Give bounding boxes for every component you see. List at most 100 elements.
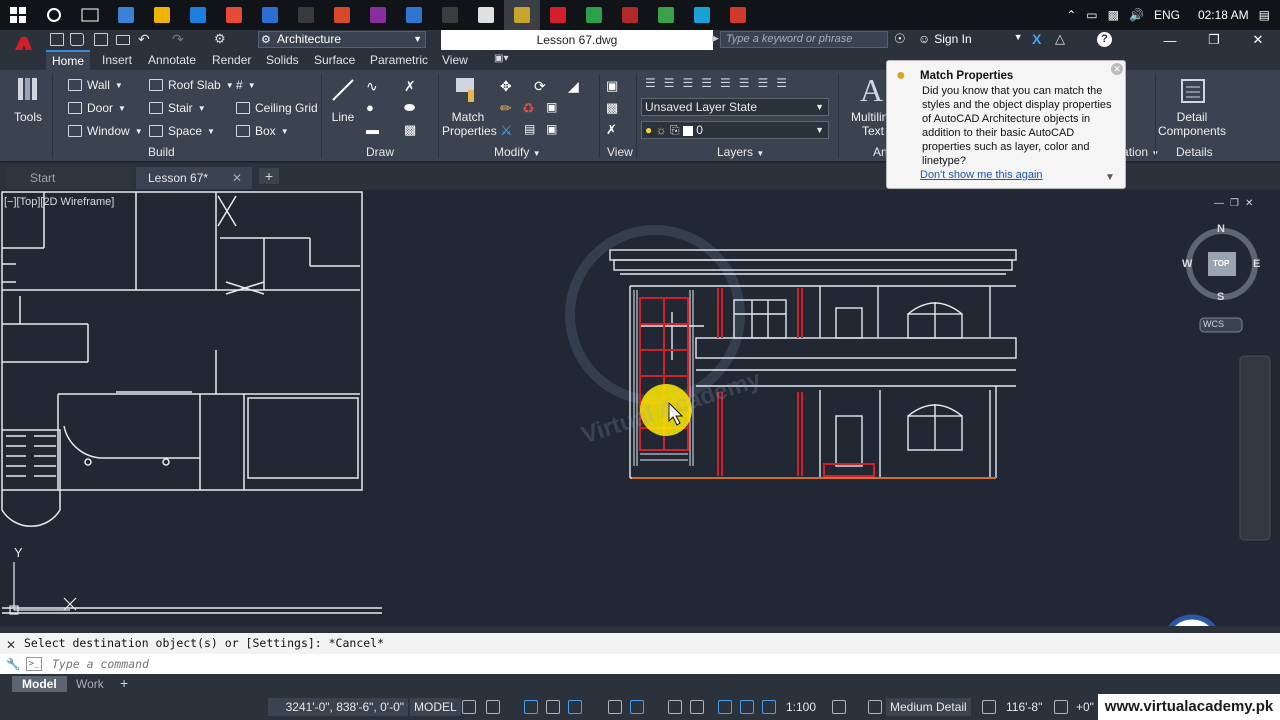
- scale-icon[interactable]: ▣: [546, 122, 557, 136]
- taskbar-app-icon[interactable]: [144, 0, 180, 30]
- cut-plane-icon[interactable]: [1054, 700, 1068, 714]
- hatch-icon[interactable]: ▩: [404, 122, 416, 138]
- dont-show-again-link[interactable]: Don't show me this again: [920, 168, 1043, 182]
- chevron-down-icon[interactable]: ▼: [1105, 171, 1115, 185]
- taskbar-app-icon[interactable]: [648, 0, 684, 30]
- taskbar-app-icon[interactable]: [468, 0, 504, 30]
- workspace-select[interactable]: Architecture ▼: [258, 31, 426, 48]
- restore-button[interactable]: ❐: [1194, 30, 1234, 50]
- print-icon[interactable]: [116, 35, 130, 45]
- layers-panel-label[interactable]: Layers ▼: [717, 145, 764, 159]
- tab-render[interactable]: Render: [206, 50, 257, 70]
- taskbar-app-icon[interactable]: [180, 0, 216, 30]
- display-detail-select[interactable]: Medium Detail: [886, 698, 971, 716]
- a360-icon[interactable]: △: [1055, 31, 1065, 47]
- infer-constraints-icon[interactable]: [524, 700, 538, 714]
- layer-state-select[interactable]: Unsaved Layer State ▼: [641, 98, 829, 116]
- polyline-icon[interactable]: ∿: [366, 78, 378, 95]
- command-line[interactable]: 🔧 >_: [0, 654, 1280, 674]
- taskbar-app-icon[interactable]: [216, 0, 252, 30]
- layout-tab-work[interactable]: Work: [66, 676, 114, 692]
- viewport-controls-label[interactable]: [−][Top][2D Wireframe]: [4, 196, 114, 208]
- elevation-readout[interactable]: 116'-8": [1002, 698, 1046, 716]
- object-snap-icon[interactable]: [630, 700, 644, 714]
- taskbar-app-icon[interactable]: [612, 0, 648, 30]
- view-panel-label[interactable]: View: [607, 145, 633, 159]
- stretch-icon[interactable]: ▤: [524, 122, 535, 136]
- modify-panel-label[interactable]: Modify ▼: [494, 145, 541, 159]
- transparency-icon[interactable]: [690, 700, 704, 714]
- wall-button[interactable]: Wall ▼: [68, 78, 123, 92]
- details-panel-label[interactable]: Details: [1176, 145, 1213, 159]
- coordinates-readout[interactable]: 3241'-0", 838'-6", 0'-0": [268, 698, 408, 716]
- taskbar-app-icon[interactable]: [432, 0, 468, 30]
- navcube-top-face[interactable]: TOP: [1213, 259, 1229, 268]
- elevation-offset-readout[interactable]: +0": [1072, 698, 1098, 716]
- taskbar-app-icon[interactable]: [252, 0, 288, 30]
- binoculars-icon[interactable]: ☉: [894, 31, 906, 47]
- move-icon[interactable]: ✥: [500, 78, 512, 95]
- rotate-icon[interactable]: ⟳: [534, 78, 546, 95]
- plus-icon[interactable]: [868, 700, 882, 714]
- ortho-mode-icon[interactable]: [546, 700, 560, 714]
- new-tab-button[interactable]: +: [259, 168, 279, 184]
- window-button[interactable]: Window ▼: [68, 124, 143, 138]
- tab-parametric[interactable]: Parametric: [364, 50, 434, 70]
- help-icon[interactable]: ?: [1097, 32, 1112, 47]
- tab-view[interactable]: View: [436, 50, 474, 70]
- grid-display-icon[interactable]: [462, 700, 476, 714]
- ceiling-grid-button[interactable]: Ceiling Grid: [236, 101, 318, 115]
- navcube-east[interactable]: E: [1253, 258, 1260, 270]
- ellipse-icon[interactable]: ⬬: [404, 100, 415, 116]
- command-close-icon[interactable]: ✕: [6, 638, 16, 652]
- navcube-west[interactable]: W: [1182, 258, 1192, 270]
- sign-in-button[interactable]: ☺ Sign In ▼: [918, 32, 1023, 46]
- network-icon[interactable]: ▩: [1108, 8, 1119, 22]
- file-tab-lesson[interactable]: Lesson 67* ✕: [136, 167, 252, 189]
- line-button[interactable]: Line: [326, 110, 360, 124]
- spline-icon[interactable]: ✗: [404, 78, 416, 95]
- task-view-icon[interactable]: [72, 0, 108, 30]
- tooltip-close-icon[interactable]: ✕: [1111, 63, 1123, 75]
- tab-surface[interactable]: Surface: [308, 50, 361, 70]
- wrench-icon[interactable]: 🔧: [6, 654, 20, 674]
- box-button[interactable]: Box ▼: [236, 124, 289, 138]
- draw-panel-label[interactable]: Draw: [366, 145, 394, 159]
- save-icon[interactable]: [94, 33, 108, 46]
- volume-icon[interactable]: 🔊: [1129, 8, 1144, 22]
- chevron-right-icon[interactable]: ▶: [712, 33, 719, 44]
- match-properties-icon[interactable]: [454, 76, 480, 107]
- tab-solids[interactable]: Solids: [260, 50, 305, 70]
- taskbar-app-icon[interactable]: [720, 0, 756, 30]
- lineweight-icon[interactable]: [668, 700, 682, 714]
- navcube-north[interactable]: N: [1217, 223, 1225, 235]
- close-tab-icon[interactable]: ✕: [232, 167, 242, 189]
- circle-icon[interactable]: ●: [366, 100, 374, 115]
- navcube-south[interactable]: S: [1217, 291, 1224, 303]
- tab-home[interactable]: Home: [46, 50, 91, 70]
- space-button[interactable]: Space ▼: [149, 124, 215, 138]
- exchange-icon[interactable]: X: [1032, 31, 1041, 47]
- stair-button[interactable]: Stair ▼: [149, 101, 206, 115]
- line-icon[interactable]: [330, 77, 356, 106]
- navigation-icon[interactable]: ✗: [606, 122, 617, 138]
- copy-icon[interactable]: ▣: [546, 100, 557, 114]
- display-config-icon[interactable]: [982, 700, 996, 714]
- clock[interactable]: 02:18 AM: [1198, 8, 1249, 22]
- view-cube-icon[interactable]: ▣: [606, 78, 618, 94]
- layer-tools-icons[interactable]: ☰☰☰☰☰☰☰☰: [645, 76, 795, 90]
- current-layer-select[interactable]: ● ☼ ⎘ 0 ▼: [641, 121, 829, 139]
- taskbar-app-icon[interactable]: [540, 0, 576, 30]
- ribbon-options-icon[interactable]: ▣▾: [494, 53, 508, 64]
- tools-icon[interactable]: [16, 76, 38, 104]
- taskbar-app-icon[interactable]: [396, 0, 432, 30]
- taskbar-app-icon[interactable]: [324, 0, 360, 30]
- visual-style-icon[interactable]: ▩: [606, 100, 618, 116]
- command-drag-handle[interactable]: [0, 626, 1280, 633]
- new-file-icon[interactable]: [50, 33, 64, 46]
- windows-start-icon[interactable]: [0, 0, 36, 30]
- add-layout-button[interactable]: +: [120, 675, 128, 691]
- detail-components-icon[interactable]: [1180, 78, 1206, 107]
- door-button[interactable]: Door ▼: [68, 101, 126, 115]
- tab-insert[interactable]: Insert: [96, 50, 138, 70]
